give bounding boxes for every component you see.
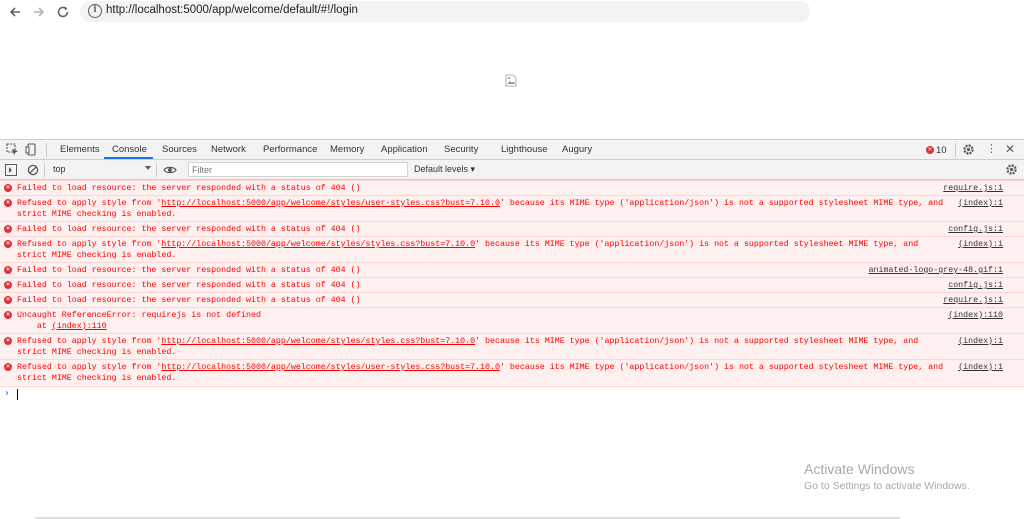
console-error-message: ✕ Failed to load resource: the server re… (0, 292, 1024, 307)
message-text: Failed to load resource: the server resp… (17, 281, 361, 290)
activate-windows-subtitle: Go to Settings to activate Windows. (804, 480, 970, 492)
console-error-message: ✕ Refused to apply style from 'http://lo… (0, 333, 1024, 359)
error-icon: ✕ (4, 199, 12, 207)
clear-console-icon[interactable] (27, 164, 39, 179)
message-text: Refused to apply style from 'http://loca… (17, 363, 949, 383)
console-settings-gear-icon[interactable] (1005, 163, 1018, 179)
tab-security[interactable]: Security (444, 140, 478, 159)
error-icon: ✕ (926, 146, 934, 154)
message-source-link[interactable]: require.js:1 (943, 183, 1003, 194)
close-icon[interactable]: ✕ (1005, 142, 1015, 156)
active-tab-indicator (104, 157, 153, 159)
context-value: top (53, 164, 66, 174)
message-text: Refused to apply style from 'http://loca… (17, 240, 924, 260)
console-toolbar: top Default levels ▾ (0, 160, 1024, 180)
message-text: Uncaught ReferenceError: requirejs is no… (17, 311, 261, 320)
tab-separator (955, 143, 956, 157)
log-levels-dropdown[interactable]: Default levels ▾ (414, 162, 475, 177)
error-icon: ✕ (4, 281, 12, 289)
tab-augury[interactable]: Augury (562, 140, 592, 159)
error-counter[interactable]: ✕ 10 (926, 143, 947, 157)
error-icon: ✕ (4, 184, 12, 192)
message-source-link[interactable]: (index):1 (958, 362, 1003, 373)
error-count-value: 10 (936, 144, 947, 156)
info-circle-icon[interactable]: i (88, 4, 102, 18)
tab-elements[interactable]: Elements (60, 140, 100, 159)
sidebar-toggle-icon[interactable] (5, 164, 17, 179)
console-error-message: ✕ Failed to load resource: the server re… (0, 221, 1024, 236)
error-icon: ✕ (4, 296, 12, 304)
toolbar-separator (156, 163, 157, 177)
message-source-link[interactable]: animated-logo-grey-48.gif:1 (869, 265, 1003, 276)
reload-icon[interactable] (54, 3, 72, 21)
tab-sources[interactable]: Sources (162, 140, 197, 159)
message-source-link[interactable]: (index):1 (958, 336, 1003, 347)
message-url-link[interactable]: http://localhost:5000/app/welcome/styles… (161, 199, 500, 208)
console-prompt[interactable]: › (0, 386, 1024, 400)
message-text: Refused to apply style from 'http://loca… (17, 337, 924, 357)
browser-toolbar: i http://localhost:5000/app/welcome/defa… (0, 0, 1024, 24)
message-text: Failed to load resource: the server resp… (17, 184, 361, 193)
console-error-message: ✕ Uncaught ReferenceError: requirejs is … (0, 307, 1024, 333)
chevron-right-icon: › (5, 388, 9, 399)
message-source-link[interactable]: (index):1 (958, 239, 1003, 250)
message-source-link[interactable]: (index):1 (958, 198, 1003, 209)
activate-windows-title: Activate Windows (804, 461, 915, 477)
inspect-element-icon[interactable] (6, 143, 19, 159)
address-bar[interactable]: i http://localhost:5000/app/welcome/defa… (80, 1, 810, 22)
message-text: Failed to load resource: the server resp… (17, 296, 361, 305)
error-icon: ✕ (4, 266, 12, 274)
message-text: Refused to apply style from 'http://loca… (17, 199, 949, 219)
message-url-link[interactable]: http://localhost:5000/app/welcome/styles… (161, 363, 500, 372)
message-source-link[interactable]: (index):110 (948, 310, 1003, 321)
tab-separator (46, 143, 47, 157)
message-url-link[interactable]: http://localhost:5000/app/welcome/styles… (161, 240, 475, 249)
console-error-message: ✕ Failed to load resource: the server re… (0, 262, 1024, 277)
filter-input[interactable] (188, 162, 408, 177)
message-source-link[interactable]: config.js:1 (948, 280, 1003, 291)
error-icon: ✕ (4, 311, 12, 319)
error-icon: ✕ (4, 337, 12, 345)
arrow-right-icon[interactable] (30, 3, 48, 21)
text-caret (17, 389, 18, 400)
devtools-tab-bar: Elements Console Sources Network Perform… (0, 140, 1024, 160)
message-text: Failed to load resource: the server resp… (17, 266, 361, 275)
tab-performance[interactable]: Performance (263, 140, 317, 159)
message-text: Failed to load resource: the server resp… (17, 225, 361, 234)
tab-lighthouse[interactable]: Lighthouse (501, 140, 547, 159)
broken-image-icon (505, 74, 517, 87)
message-source-link[interactable]: config.js:1 (948, 224, 1003, 235)
error-icon: ✕ (4, 363, 12, 371)
stack-trace: at (index):110 (17, 322, 107, 331)
page-viewport (0, 24, 1024, 139)
context-selector[interactable]: top (48, 162, 152, 177)
tab-application[interactable]: Application (381, 140, 427, 159)
tab-network[interactable]: Network (211, 140, 246, 159)
toolbar-separator (44, 163, 45, 177)
arrow-left-icon[interactable] (6, 3, 24, 21)
message-source-link[interactable]: require.js:1 (943, 295, 1003, 306)
console-error-message: ✕ Refused to apply style from 'http://lo… (0, 359, 1024, 385)
message-url-link[interactable]: http://localhost:5000/app/welcome/styles… (161, 337, 475, 346)
more-options-icon[interactable]: ⋮ (986, 143, 997, 156)
console-error-message: ✕ Failed to load resource: the server re… (0, 277, 1024, 292)
stack-trace-link[interactable]: (index):110 (52, 322, 107, 331)
tab-memory[interactable]: Memory (330, 140, 364, 159)
error-icon: ✕ (4, 240, 12, 248)
chevron-down-icon (145, 166, 151, 170)
error-icon: ✕ (4, 225, 12, 233)
console-error-message: ✕ Refused to apply style from 'http://lo… (0, 236, 1024, 262)
eye-icon[interactable] (163, 164, 177, 179)
device-toolbar-icon[interactable] (25, 143, 38, 159)
url-text[interactable]: http://localhost:5000/app/welcome/defaul… (106, 4, 358, 16)
gear-icon[interactable] (962, 143, 975, 159)
console-error-message: ✕ Failed to load resource: the server re… (0, 180, 1024, 195)
console-error-message: ✕ Refused to apply style from 'http://lo… (0, 195, 1024, 221)
